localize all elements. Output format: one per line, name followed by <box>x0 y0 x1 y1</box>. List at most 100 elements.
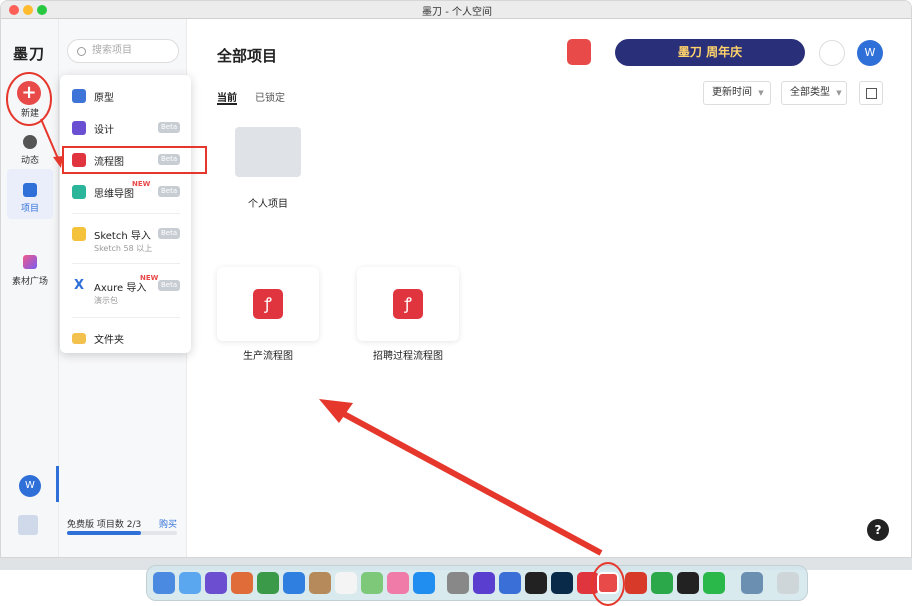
menu-item-label: Axure 导入 <box>94 283 147 294</box>
menu-item-label: Sketch 导入 <box>94 231 151 242</box>
quota-progress-fill <box>67 531 141 535</box>
contacts-icon[interactable] <box>309 572 331 594</box>
type-dropdown-label: 全部类型 <box>790 87 830 98</box>
new-button[interactable]: + <box>17 81 41 105</box>
prototype-icon <box>72 89 86 103</box>
project-name[interactable]: 生产流程图 <box>217 347 319 362</box>
menu-divider <box>72 213 180 214</box>
search-icon <box>77 47 86 56</box>
axure-icon: X <box>72 278 86 293</box>
collaboration-icon[interactable] <box>499 572 521 594</box>
pen-app-icon[interactable] <box>525 572 547 594</box>
anniversary-banner[interactable]: 墨刀 周年庆 <box>615 39 805 66</box>
menu-item-label: 思维导图 <box>94 189 134 200</box>
evernote-icon[interactable] <box>651 572 673 594</box>
type-dropdown[interactable]: 全部类型 ▼ <box>781 81 847 105</box>
menu-item-mindmap[interactable]: 思维导图 NEW Beta <box>60 177 191 207</box>
menu-item-prototype[interactable]: 原型 <box>60 81 191 111</box>
new-tag: NEW <box>140 274 159 282</box>
new-button-label: 新建 <box>20 109 39 119</box>
menu-item-label: 原型 <box>94 93 114 104</box>
app-window: 墨刀 - 个人空间 墨刀 + 新建 动态 项目 素材广场 W 搜索项目 免费版 … <box>0 0 912 558</box>
folder-icon <box>72 333 86 344</box>
menu-item-folder[interactable]: 文件夹 <box>60 323 191 353</box>
new-tag: NEW <box>132 180 151 188</box>
flowchart-icon: ꝭ <box>253 289 283 319</box>
annotation-circle-dock <box>591 562 625 606</box>
tab-current[interactable]: 当前 <box>217 89 237 104</box>
folder-icon[interactable] <box>23 183 37 197</box>
rail-item-assets[interactable]: 素材广场 <box>1 274 59 287</box>
grid-view-button[interactable] <box>859 81 883 105</box>
folder-icon <box>235 127 301 177</box>
folder-label[interactable]: 个人项目 <box>235 195 301 210</box>
rail-item-projects[interactable]: 项目 <box>1 201 59 214</box>
folder-card[interactable] <box>235 127 301 177</box>
launchpad-icon[interactable] <box>231 572 253 594</box>
wechat-icon[interactable] <box>703 572 725 594</box>
menu-item-design[interactable]: 设计 Beta <box>60 113 191 143</box>
notification-bell-icon[interactable] <box>819 40 845 66</box>
reminders-icon[interactable] <box>335 572 357 594</box>
finder-icon[interactable] <box>153 572 175 594</box>
app-logo: 墨刀 <box>13 45 46 63</box>
gift-icon[interactable] <box>567 39 591 65</box>
help-button[interactable]: ? <box>867 519 889 541</box>
avatar[interactable]: W <box>857 40 883 66</box>
title-bar: 墨刀 - 个人空间 <box>1 1 911 19</box>
menu-item-label: 流程图 <box>94 157 124 168</box>
project-card[interactable]: ꝭ <box>217 267 319 341</box>
system-preferences-icon[interactable] <box>447 572 469 594</box>
assets-icon[interactable] <box>23 255 37 269</box>
quota-progress <box>67 531 177 535</box>
buy-link[interactable]: 购买 <box>159 517 177 530</box>
menu-item-flowchart[interactable]: 流程图 Beta <box>60 145 191 175</box>
team-switch-icon[interactable] <box>18 515 38 535</box>
menu-divider <box>72 263 180 264</box>
photoshop-icon[interactable] <box>551 572 573 594</box>
flowchart-icon: ꝭ <box>393 289 423 319</box>
chevron-down-icon: ▼ <box>758 89 764 97</box>
new-project-menu: 原型 设计 Beta 流程图 Beta 思维导图 NEW Beta Sketch… <box>60 75 191 353</box>
imovie-icon[interactable] <box>473 572 495 594</box>
main-content: 全部项目 当前 已锁定 更新时间 ▼ 全部类型 ▼ 墨刀 周年庆 W 个人项目 … <box>187 19 911 557</box>
tab-locked[interactable]: 已锁定 <box>255 89 285 104</box>
nav-rail: 墨刀 + 新建 动态 项目 素材广场 W <box>1 19 59 557</box>
menu-item-sketch-import[interactable]: Sketch 导入 Sketch 58 以上 Beta <box>60 219 191 259</box>
menu-item-axure-import[interactable]: X Axure 导入 NEW 演示包 Beta <box>60 271 191 311</box>
safari-icon[interactable] <box>283 572 305 594</box>
sketch-icon <box>72 227 86 241</box>
project-card[interactable]: ꝭ <box>357 267 459 341</box>
menu-item-label: 文件夹 <box>94 335 124 346</box>
mail-icon[interactable] <box>179 572 201 594</box>
project-name[interactable]: 招聘过程流程图 <box>357 347 459 362</box>
siri-icon[interactable] <box>205 572 227 594</box>
page-title: 全部项目 <box>217 47 278 65</box>
beta-badge: Beta <box>158 154 181 165</box>
avatar[interactable]: W <box>19 475 41 497</box>
trash-icon[interactable] <box>777 572 799 594</box>
window-title: 墨刀 - 个人空间 <box>422 7 492 18</box>
beta-badge: Beta <box>158 228 181 239</box>
menu-item-sub: 演示包 <box>94 296 118 305</box>
maps-icon[interactable] <box>361 572 383 594</box>
qq-icon[interactable] <box>677 572 699 594</box>
chrome-icon[interactable] <box>257 572 279 594</box>
app-store-icon[interactable] <box>413 572 435 594</box>
beta-badge: Beta <box>158 280 181 291</box>
beta-badge: Beta <box>158 186 181 197</box>
activity-icon[interactable] <box>23 135 37 149</box>
wps-icon[interactable] <box>625 572 647 594</box>
design-icon <box>72 121 86 135</box>
beta-badge: Beta <box>158 122 181 133</box>
rail-item-activity[interactable]: 动态 <box>1 153 59 166</box>
preview-icon[interactable] <box>741 572 763 594</box>
menu-item-sub: Sketch 58 以上 <box>94 244 153 253</box>
sort-dropdown[interactable]: 更新时间 ▼ <box>703 81 771 105</box>
chevron-down-icon: ▼ <box>836 89 842 97</box>
photos-icon[interactable] <box>387 572 409 594</box>
mindmap-icon <box>72 185 86 199</box>
dock <box>146 562 808 606</box>
quota-text: 免费版 项目数 2/3 <box>67 520 142 530</box>
tab-underline <box>217 103 237 105</box>
